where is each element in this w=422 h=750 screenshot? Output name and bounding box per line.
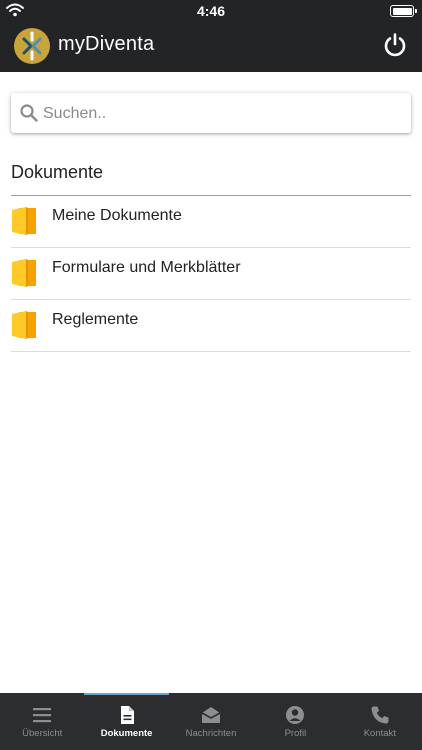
list-item-meine-dokumente[interactable]: Meine Dokumente (11, 196, 411, 248)
menu-icon (33, 708, 52, 723)
tab-profil[interactable]: Profil (253, 693, 337, 750)
battery-icon (390, 5, 417, 17)
folder-icon (12, 207, 36, 235)
search-bar (11, 93, 411, 135)
list-item-formulare[interactable]: Formulare und Merkblätter (11, 248, 411, 300)
bottom-navigation: Übersicht Dokumente Nachrichten Profil K… (0, 693, 422, 750)
document-icon (120, 706, 134, 724)
list-item-label: Reglemente (52, 311, 139, 328)
search-input[interactable] (41, 93, 405, 135)
tab-label: Übersicht (22, 728, 63, 739)
list-item-label: Meine Dokumente (52, 207, 182, 224)
app-logo-icon (14, 28, 50, 64)
tab-nachrichten[interactable]: Nachrichten (169, 693, 253, 750)
list-item-label: Formulare und Merkblätter (52, 259, 241, 276)
tab-dokumente[interactable]: Dokumente (84, 693, 170, 750)
user-circle-icon (286, 706, 305, 724)
tab-uebersicht[interactable]: Übersicht (0, 693, 84, 750)
list-item-reglemente[interactable]: Reglemente (11, 300, 411, 352)
app-bar: myDiventa (0, 22, 422, 72)
tab-label: Nachrichten (185, 728, 237, 739)
tab-kontakt[interactable]: Kontakt (338, 693, 422, 750)
envelope-open-icon (201, 707, 221, 723)
phone-icon (371, 706, 389, 724)
search-icon (20, 104, 38, 122)
folder-icon (12, 311, 36, 339)
app-title: myDiventa (58, 33, 155, 55)
tab-label: Profil (284, 728, 307, 739)
folder-icon (12, 259, 36, 287)
power-icon[interactable] (382, 32, 408, 58)
status-time: 4:46 (196, 3, 226, 19)
tab-label: Kontakt (363, 728, 396, 739)
app-header: 4:46 myDiventa (0, 0, 422, 72)
section-title: Dokumente (11, 162, 104, 182)
tab-label: Dokumente (100, 728, 153, 739)
document-list: Meine Dokumente Formulare und Merkblätte… (11, 196, 411, 352)
status-bar: 4:46 (0, 0, 422, 22)
